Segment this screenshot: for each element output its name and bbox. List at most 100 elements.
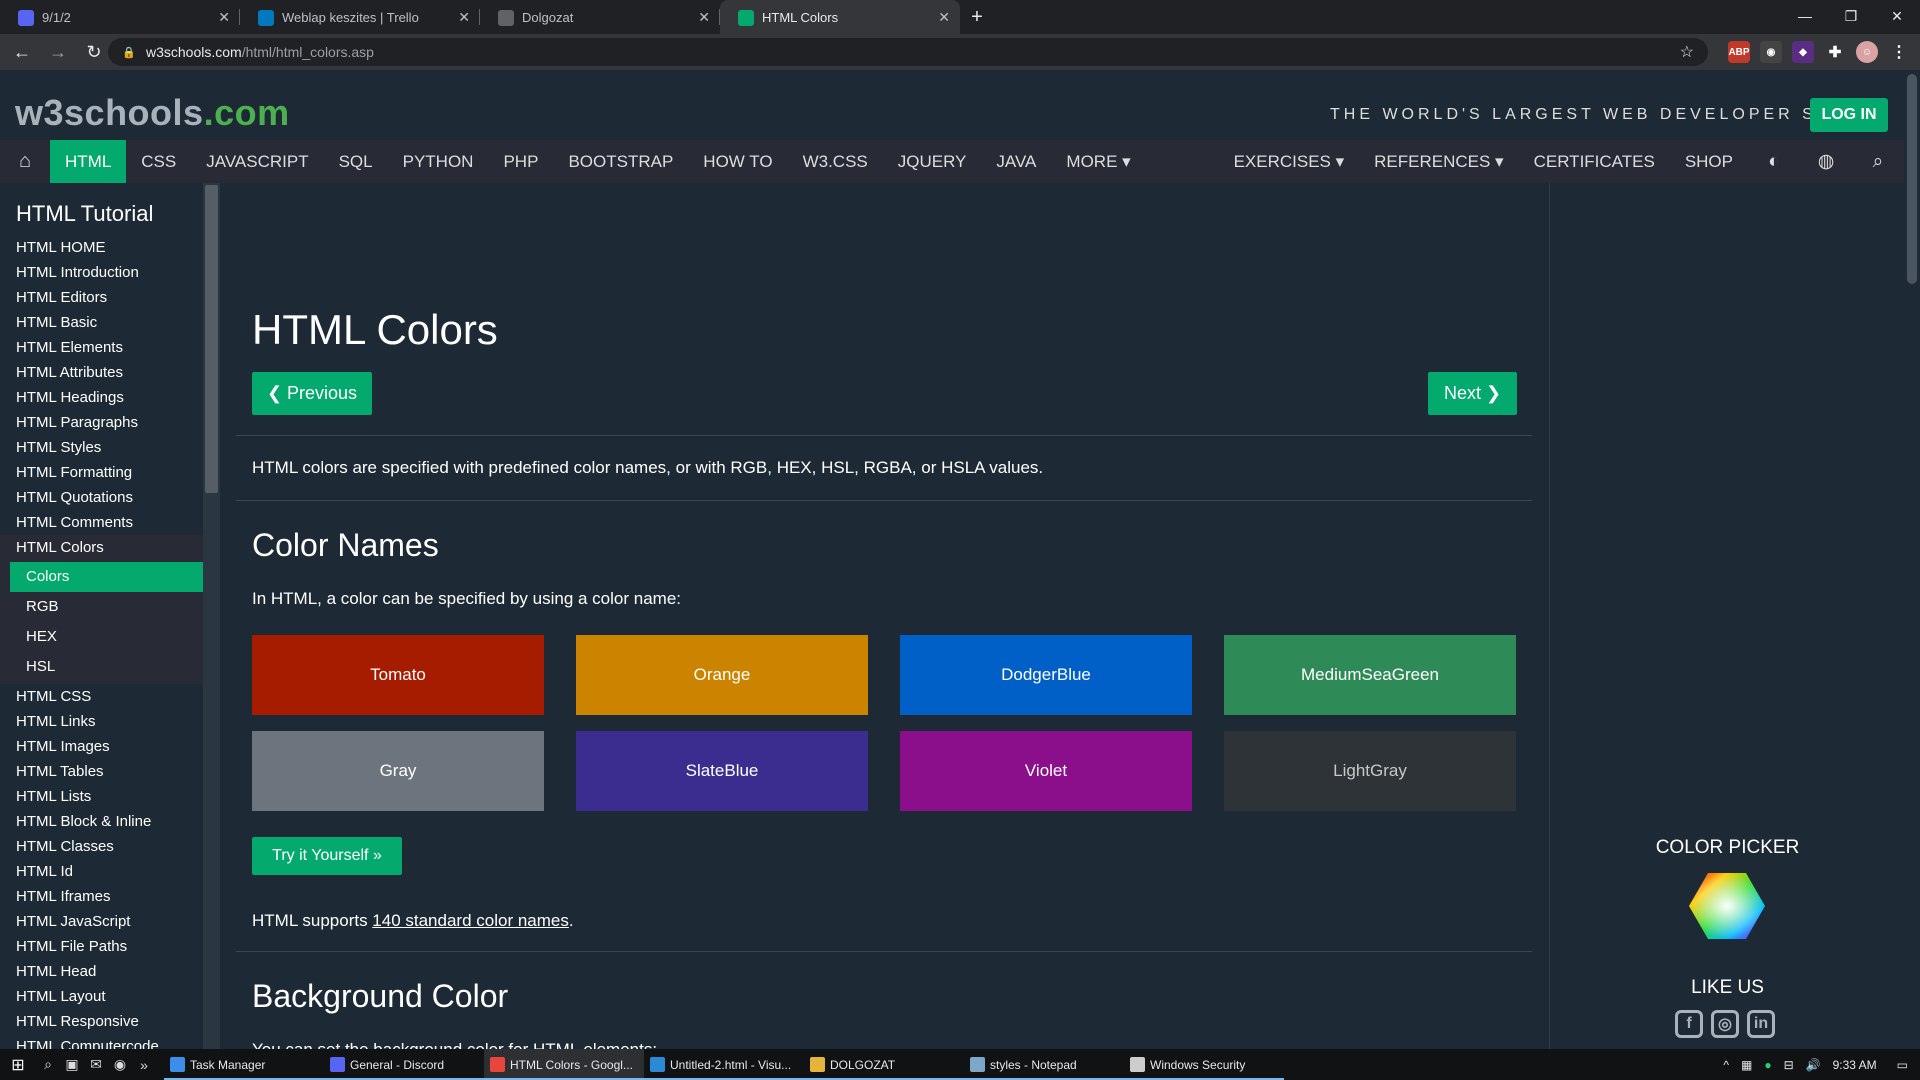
sidebar-item[interactable]: HTML Styles [0,435,203,460]
nav-item[interactable]: HOW TO [688,140,787,183]
sidebar-item[interactable]: HTML Id [0,859,203,884]
sidebar-item[interactable]: HTML HOME [0,235,203,260]
forward-icon[interactable]: → [44,38,72,66]
nav-item[interactable]: HTML [50,140,127,183]
chevron-icon[interactable]: » [132,1049,156,1080]
nav-item[interactable]: W3.CSS [788,140,883,183]
sidebar-item[interactable]: HTML Editors [0,285,203,310]
address-bar[interactable]: 🔒 w3schools.com/html/html_colors.asp ☆ [108,38,1708,66]
taskbar-app[interactable]: HTML Colors - Googl... [484,1049,644,1080]
browser-tab[interactable]: Weblap keszites | Trello ✕ [240,0,480,34]
sidebar-item[interactable]: HTML Lists [0,784,203,809]
login-button[interactable]: LOG IN [1810,98,1888,132]
task-view-icon[interactable]: ▣ [60,1049,84,1080]
sidebar-item[interactable]: HTML Elements [0,335,203,360]
volume-icon[interactable]: 🔊 [1806,1058,1821,1072]
nav-item[interactable]: BOOTSTRAP [553,140,688,183]
sidebar-subitem[interactable]: HSL [10,652,203,682]
reload-icon[interactable]: ↻ [80,38,108,66]
close-tab-icon[interactable]: ✕ [698,9,710,26]
sidebar-item[interactable]: HTML Introduction [0,260,203,285]
sidebar-scrollbar[interactable] [203,183,220,1049]
taskbar-app[interactable]: Untitled-2.html - Visu... [644,1049,804,1080]
browser-tab[interactable]: HTML Colors ✕ [720,0,960,34]
sidebar-item[interactable]: HTML Colors [0,535,203,560]
sidebar-item[interactable]: HTML Block & Inline [0,809,203,834]
taskbar-app[interactable]: Windows Security [1124,1049,1284,1080]
page-scroll-thumb[interactable] [1907,74,1917,284]
network-icon[interactable]: ⊟ [1784,1058,1794,1072]
close-window-button[interactable]: ✕ [1874,0,1920,32]
nav-item[interactable]: EXERCISES ▾ [1219,140,1360,183]
sidebar-scroll-thumb[interactable] [205,185,218,493]
menu-icon[interactable]: ⋮ [1888,41,1910,63]
sidebar-item[interactable]: HTML File Paths [0,934,203,959]
browser-tab[interactable]: Dolgozat ✕ [480,0,720,34]
sidebar-item[interactable]: HTML Iframes [0,884,203,909]
sidebar-item[interactable]: HTML Tables [0,759,203,784]
sidebar-item[interactable]: HTML Paragraphs [0,410,203,435]
taskbar-app[interactable]: Task Manager [164,1049,324,1080]
chrome-icon[interactable]: ◉ [108,1049,132,1080]
sidebar-item[interactable]: HTML Quotations [0,485,203,510]
extension-icon[interactable]: ◆ [1792,41,1814,63]
nav-item[interactable]: MORE ▾ [1051,140,1145,183]
nav-item[interactable]: CERTIFICATES [1519,140,1670,183]
clock[interactable]: 9:33 AM [1833,1058,1877,1072]
sidebar-item[interactable]: HTML Images [0,734,203,759]
globe-icon[interactable]: ◍ [1800,140,1852,183]
sidebar-item[interactable]: HTML Attributes [0,360,203,385]
windows-start-icon[interactable]: ⊞ [0,1049,36,1080]
extension-icon[interactable]: ◉ [1760,41,1782,63]
sidebar-item[interactable]: HTML Headings [0,385,203,410]
color-names-link[interactable]: 140 standard color names [372,911,569,930]
color-picker-icon[interactable] [1688,871,1766,941]
sidebar-item[interactable]: HTML Comments [0,510,203,535]
linkedin-icon[interactable]: in [1747,1010,1775,1038]
sidebar-item[interactable]: HTML Basic [0,310,203,335]
next-button[interactable]: Next ❯ [1428,372,1517,415]
tray-app-icon[interactable]: ▦ [1741,1058,1752,1072]
previous-button[interactable]: ❮ Previous [252,372,372,415]
facebook-icon[interactable]: f [1675,1010,1703,1038]
tray-chevron-icon[interactable]: ^ [1723,1058,1729,1072]
minimize-button[interactable]: — [1782,0,1828,32]
browser-tab[interactable]: 9/1/2 ✕ [0,0,240,34]
adblock-icon[interactable]: ABP [1728,41,1750,63]
sidebar-item[interactable]: HTML Formatting [0,460,203,485]
sidebar-item[interactable]: HTML Responsive [0,1009,203,1034]
taskbar-app[interactable]: General - Discord [324,1049,484,1080]
taskbar-app[interactable]: styles - Notepad [964,1049,1124,1080]
site-logo[interactable]: w3schools.com [15,92,290,134]
sidebar-item[interactable]: HTML CSS [0,684,203,709]
close-tab-icon[interactable]: ✕ [218,9,230,26]
sidebar-item[interactable]: HTML Computercode [0,1034,203,1049]
notifications-icon[interactable]: ▭ [1897,1058,1908,1072]
sidebar-item[interactable]: HTML JavaScript [0,909,203,934]
mail-icon[interactable]: ✉ [84,1049,108,1080]
search-icon[interactable]: ⌕ [36,1049,60,1080]
close-tab-icon[interactable]: ✕ [938,9,950,26]
nav-item[interactable]: CSS [126,140,191,183]
sidebar-item[interactable]: HTML Head [0,959,203,984]
instagram-icon[interactable]: ◎ [1711,1010,1739,1038]
new-tab-button[interactable]: + [960,0,994,34]
sidebar-item[interactable]: HTML Classes [0,834,203,859]
nav-item[interactable]: SHOP [1670,140,1748,183]
page-scrollbar[interactable] [1904,70,1920,1049]
nav-item[interactable]: PYTHON [388,140,489,183]
back-icon[interactable]: ← [8,38,36,66]
try-it-button[interactable]: Try it Yourself » [252,837,402,875]
nav-item[interactable]: PHP [488,140,553,183]
sidebar-subitem[interactable]: RGB [10,592,203,622]
sidebar-item[interactable]: HTML Layout [0,984,203,1009]
sidebar-subitem[interactable]: Colors [10,562,203,592]
nav-item[interactable]: JAVASCRIPT [191,140,323,183]
restore-button[interactable]: ❐ [1828,0,1874,32]
taskbar-app[interactable]: DOLGOZAT [804,1049,964,1080]
nav-item[interactable]: JQUERY [883,140,982,183]
nav-item[interactable]: JAVA [981,140,1051,183]
close-tab-icon[interactable]: ✕ [458,9,470,26]
home-icon[interactable]: ⌂ [0,140,50,183]
nav-item[interactable]: SQL [324,140,388,183]
